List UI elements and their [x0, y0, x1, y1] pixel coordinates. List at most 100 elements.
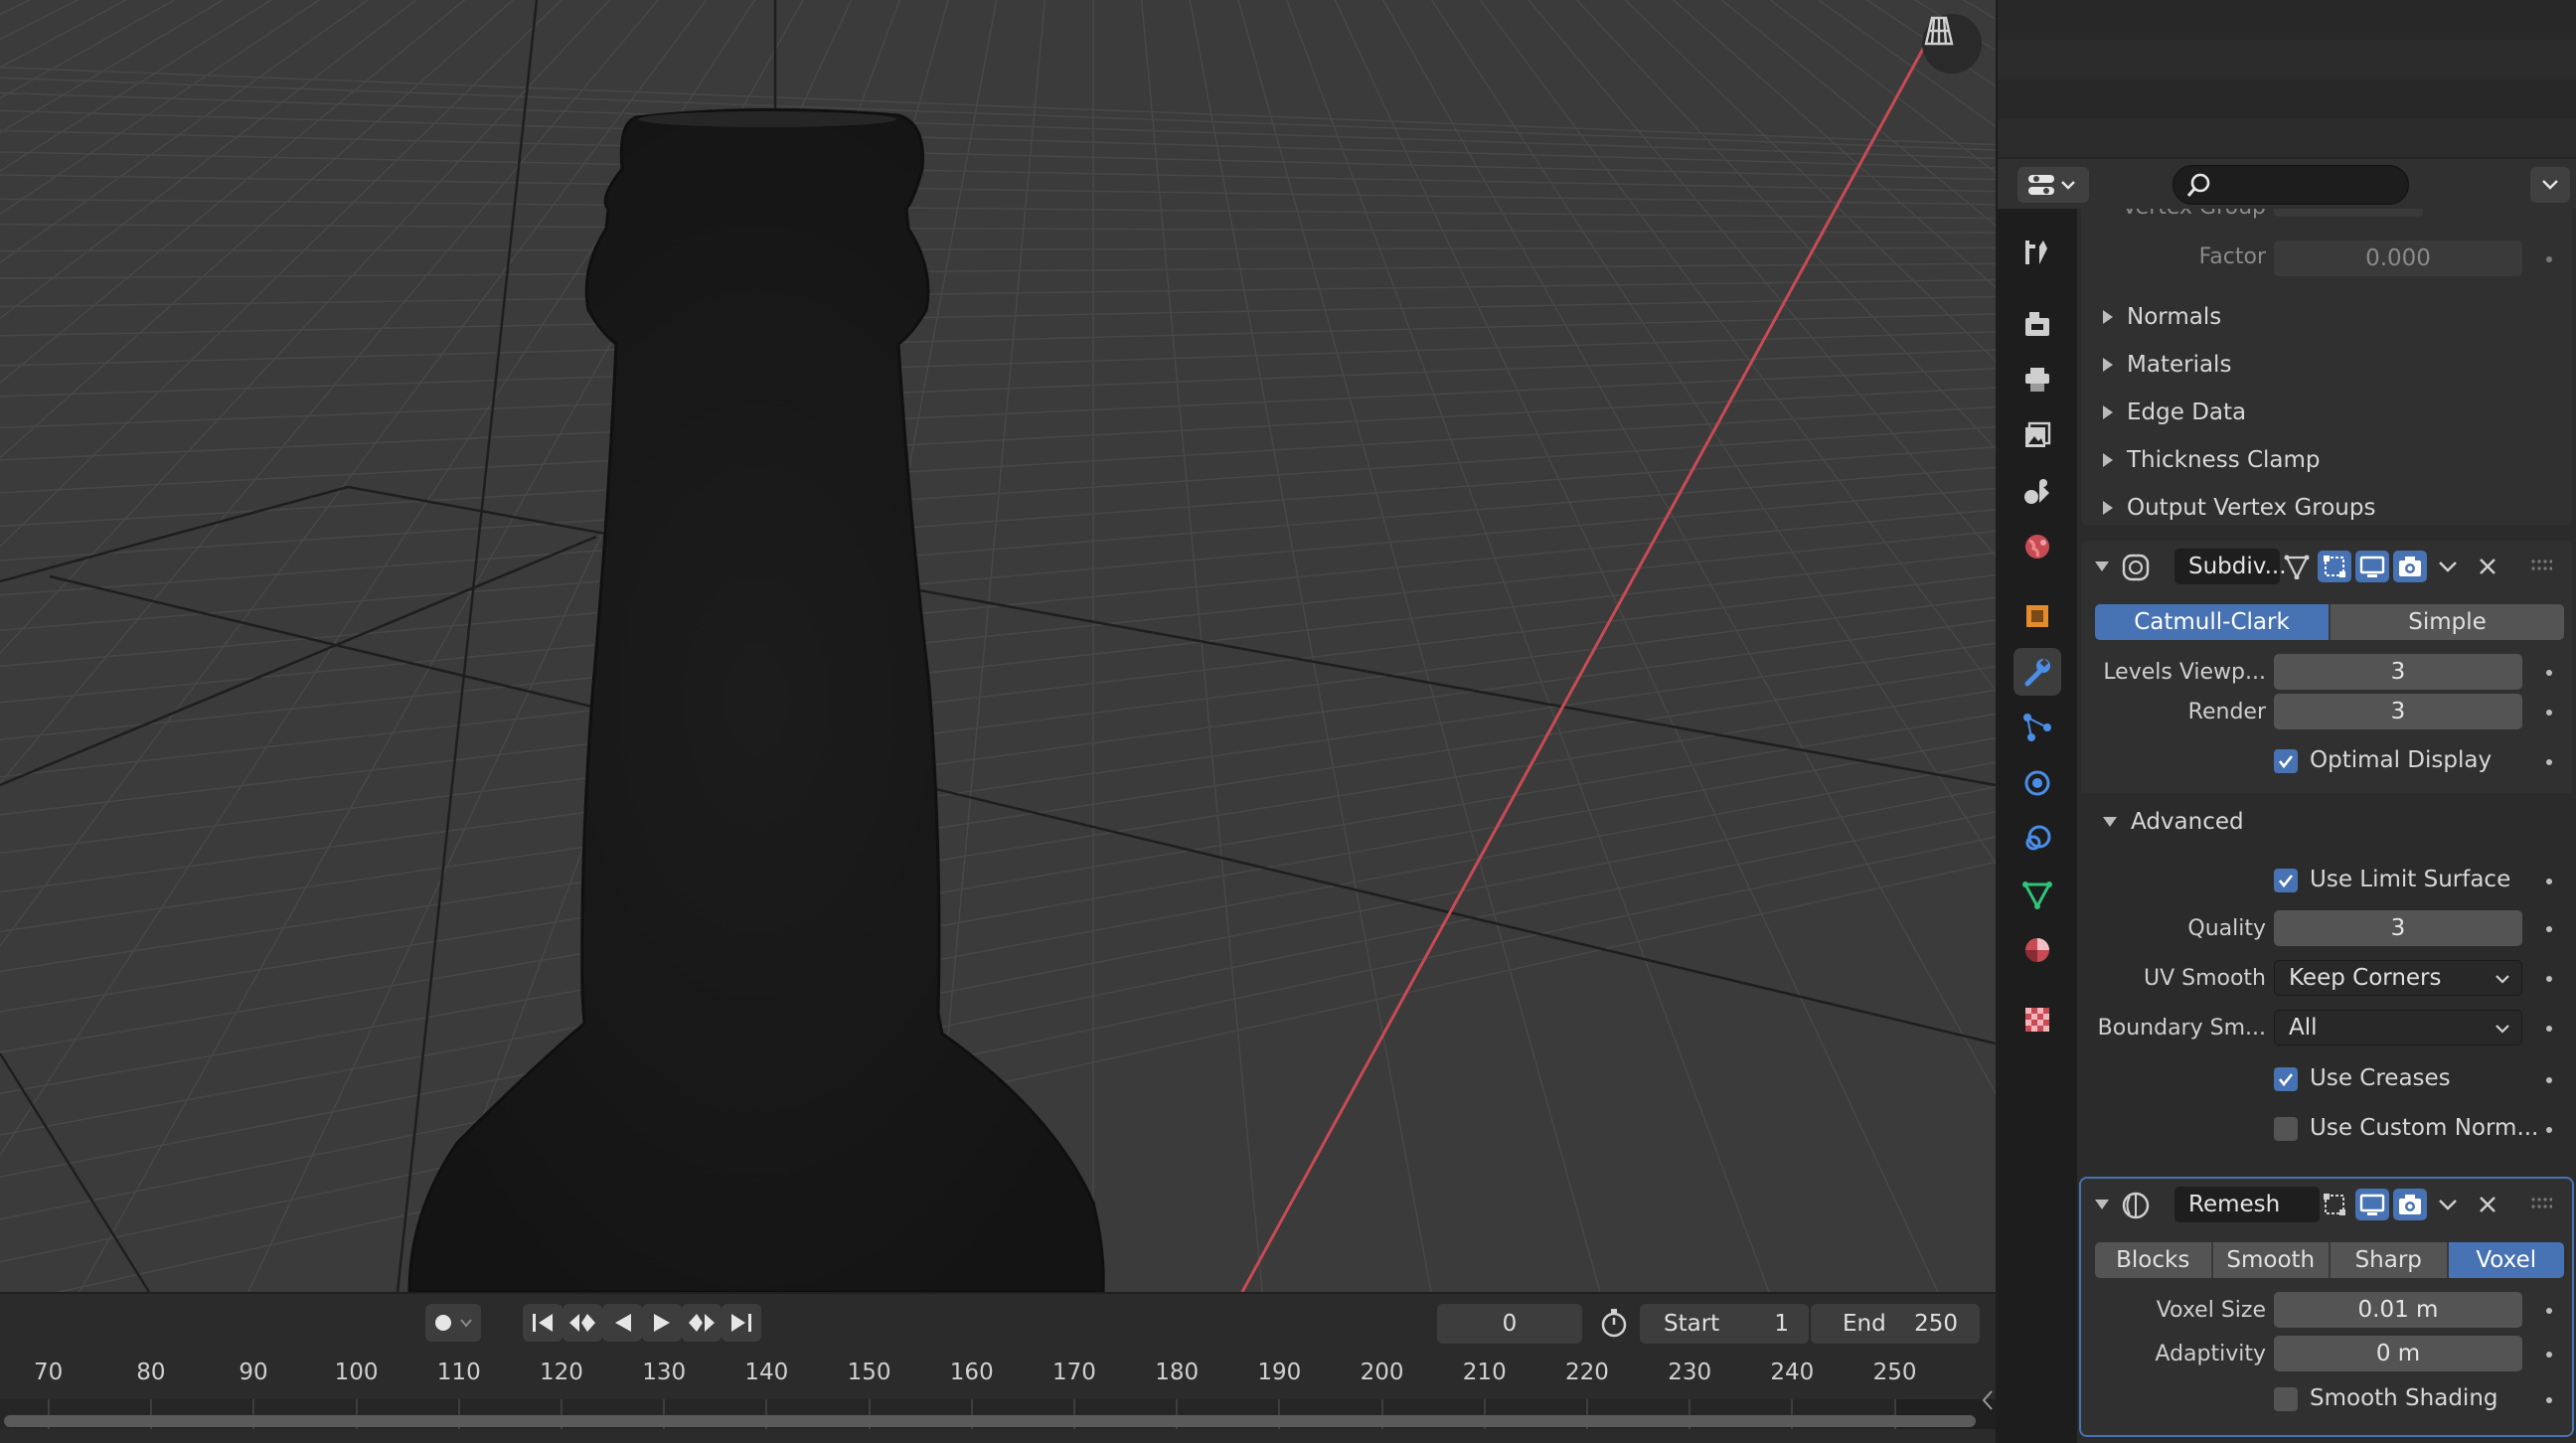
jump-end-button[interactable]: [722, 1304, 761, 1342]
render-toggle[interactable]: [2393, 551, 2427, 582]
viewport-display-toggle[interactable]: [2355, 551, 2389, 582]
catmull-clark-button[interactable]: Catmull-Clark: [2095, 604, 2331, 640]
vertex-group-field[interactable]: [2274, 209, 2423, 217]
collapse-icon[interactable]: [2095, 561, 2109, 571]
drag-handle-icon[interactable]: [2530, 559, 2552, 572]
frame-end-field[interactable]: End 250: [1811, 1304, 1980, 1344]
blocks-button[interactable]: Blocks: [2095, 1242, 2213, 1278]
bottle-mesh[interactable]: [407, 107, 1105, 1292]
drag-handle-icon[interactable]: [2530, 1197, 2552, 1210]
ruler-tick-label: 130: [642, 1360, 687, 1385]
remesh-modifier-icon: [2122, 1192, 2150, 1219]
outliner-row[interactable]: [1998, 80, 2576, 119]
remove-modifier-button[interactable]: [2471, 551, 2504, 582]
quality-field[interactable]: 3: [2274, 910, 2522, 946]
optimal-display-checkbox[interactable]: [2274, 749, 2298, 773]
keyframe-dot[interactable]: [2546, 1026, 2552, 1032]
levels-viewport-field[interactable]: 3: [2274, 654, 2522, 690]
remesh-name-field[interactable]: Remesh: [2174, 1187, 2320, 1222]
tab-constraints[interactable]: [2013, 815, 2061, 863]
subpanel-normals[interactable]: Normals: [2103, 304, 2221, 330]
uv-smooth-dropdown[interactable]: Keep Corners: [2274, 960, 2522, 996]
3d-viewport[interactable]: [0, 0, 1996, 1292]
modifier-extras-dropdown[interactable]: [2431, 551, 2465, 582]
use-creases-checkbox[interactable]: [2274, 1067, 2298, 1091]
prev-keyframe-button[interactable]: [563, 1304, 602, 1342]
collapse-icon[interactable]: [2095, 1200, 2109, 1209]
keyframe-dot[interactable]: [2546, 926, 2552, 932]
adaptivity-field[interactable]: 0 m: [2274, 1336, 2522, 1371]
jump-start-button[interactable]: [523, 1304, 563, 1342]
use-limit-surface-checkbox[interactable]: [2274, 869, 2298, 892]
sharp-button[interactable]: Sharp: [2331, 1242, 2449, 1278]
tab-data[interactable]: [2013, 871, 2061, 918]
tab-render[interactable]: [2013, 300, 2061, 348]
render-toggle[interactable]: [2393, 1189, 2427, 1220]
advanced-subpanel-header[interactable]: Advanced: [2103, 809, 2244, 835]
voxel-button[interactable]: Voxel: [2448, 1242, 2564, 1278]
keyframe-dot[interactable]: [2546, 670, 2552, 676]
keyframe-dot[interactable]: [2546, 759, 2552, 765]
tab-particles[interactable]: [2013, 704, 2061, 751]
remove-modifier-button[interactable]: [2471, 1189, 2504, 1220]
subdivision-name-field[interactable]: Subdiv...: [2174, 549, 2287, 584]
smooth-button[interactable]: Smooth: [2212, 1242, 2331, 1278]
play-button[interactable]: [642, 1304, 682, 1342]
keyframe-dot[interactable]: [2546, 1397, 2552, 1403]
tab-world[interactable]: [2013, 523, 2061, 570]
current-frame-field[interactable]: 0: [1437, 1304, 1582, 1344]
keyframe-dot[interactable]: [2546, 710, 2552, 716]
outliner-row[interactable]: [1998, 119, 2576, 159]
keyframe-dot[interactable]: [2546, 1077, 2552, 1083]
render-levels-field[interactable]: 3: [2274, 694, 2522, 729]
next-keyframe-button[interactable]: [682, 1304, 722, 1342]
tab-view-layer[interactable]: [2013, 411, 2061, 459]
tab-object[interactable]: [2013, 592, 2061, 640]
tab-output[interactable]: [2013, 356, 2061, 403]
tab-scene[interactable]: [2013, 467, 2061, 515]
subdivision-header[interactable]: Subdiv...: [2081, 541, 2572, 592]
tab-material[interactable]: [2013, 926, 2061, 974]
grid-line: [0, 405, 1996, 528]
use-preview-range-button[interactable]: [1594, 1304, 1634, 1342]
keyframe-record-button[interactable]: [425, 1304, 481, 1342]
keyframe-dot[interactable]: [2546, 879, 2552, 884]
simple-button[interactable]: Simple: [2331, 604, 2564, 640]
edit-mode-toggle[interactable]: [2318, 1189, 2351, 1220]
timeline-scrollbar[interactable]: [4, 1415, 1976, 1427]
frame-start-field[interactable]: Start 1: [1640, 1304, 1809, 1344]
keyframe-dot[interactable]: [2546, 1308, 2552, 1314]
subpanel-edge-data[interactable]: Edge Data: [2103, 400, 2246, 425]
subpanel-output-vertex-groups[interactable]: Output Vertex Groups: [2103, 495, 2375, 521]
editor-type-button[interactable]: [2017, 167, 2089, 203]
options-dropdown-button[interactable]: [2530, 167, 2570, 203]
tab-physics[interactable]: [2013, 759, 2061, 807]
use-custom-normals-checkbox[interactable]: [2274, 1117, 2298, 1141]
outliner-region[interactable]: [1998, 0, 2576, 159]
remesh-header[interactable]: Remesh: [2081, 1179, 2572, 1230]
outliner-row[interactable]: [1998, 40, 2576, 80]
on-cage-toggle[interactable]: [2280, 551, 2314, 582]
frame-ruler[interactable]: 70 80 90 100 110 120 130 140 150 160 170 180 190 200 2…: [0, 1352, 1996, 1401]
toggle-perspective-button[interactable]: [1922, 14, 1982, 74]
modifier-properties[interactable]: Vertex Group Factor 0.000 Normals Materi…: [2077, 209, 2576, 1443]
boundary-smooth-dropdown[interactable]: All: [2274, 1010, 2522, 1045]
properties-search-input[interactable]: [2173, 165, 2409, 205]
keyframe-dot[interactable]: [2546, 256, 2552, 262]
collapse-region-icon[interactable]: [1980, 1385, 1996, 1415]
viewport-display-toggle[interactable]: [2355, 1189, 2389, 1220]
edit-mode-toggle[interactable]: [2318, 551, 2351, 582]
voxel-size-field[interactable]: 0.01 m: [2274, 1292, 2522, 1328]
modifier-extras-dropdown[interactable]: [2431, 1189, 2465, 1220]
keyframe-dot[interactable]: [2546, 1127, 2552, 1133]
tab-texture[interactable]: [2013, 996, 2061, 1043]
keyframe-dot[interactable]: [2546, 1352, 2552, 1358]
tab-modifiers[interactable]: [2013, 648, 2061, 696]
play-reverse-button[interactable]: [602, 1304, 642, 1342]
keyframe-dot[interactable]: [2546, 976, 2552, 982]
factor-field[interactable]: 0.000: [2274, 240, 2522, 276]
subpanel-materials[interactable]: Materials: [2103, 352, 2231, 378]
tab-tool[interactable]: [2013, 229, 2061, 276]
smooth-shading-checkbox[interactable]: [2274, 1387, 2298, 1411]
subpanel-thickness-clamp[interactable]: Thickness Clamp: [2103, 447, 2321, 473]
